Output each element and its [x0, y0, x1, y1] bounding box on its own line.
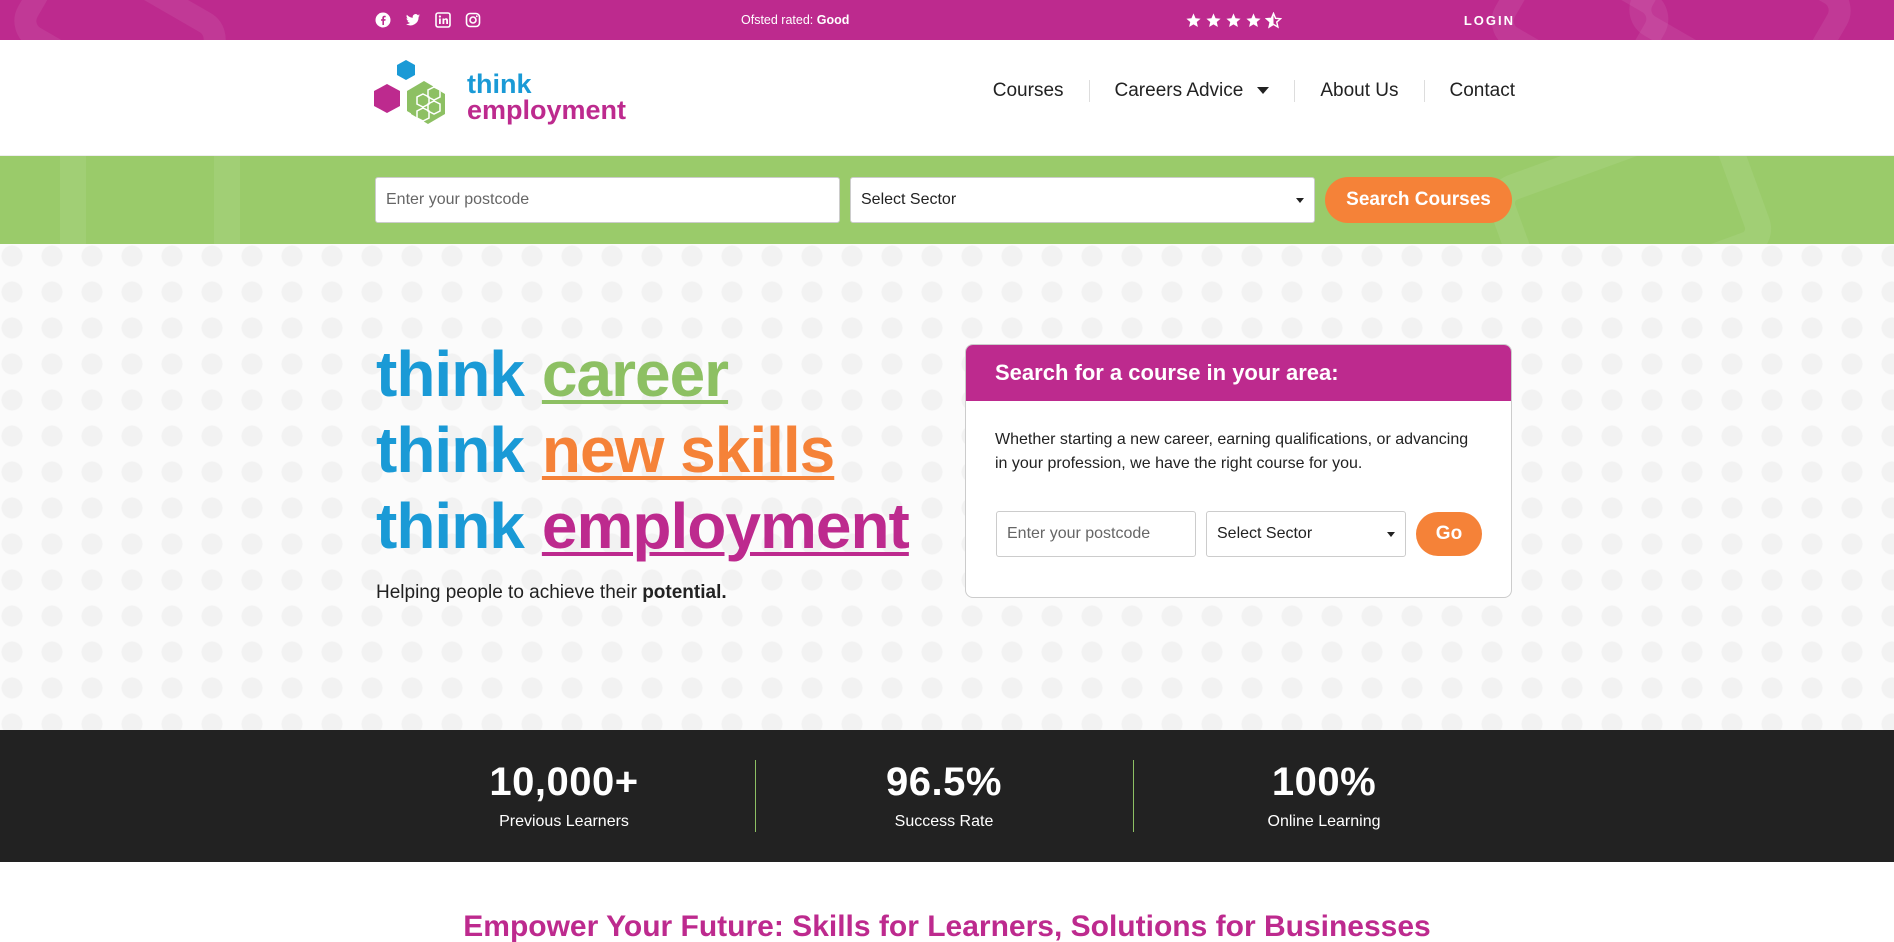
postcode-placeholder: Enter your postcode [386, 191, 530, 208]
ofsted-label: Ofsted rated: [741, 13, 814, 27]
logo-hexagons-icon [374, 60, 445, 124]
site-logo[interactable]: think employment [373, 58, 626, 138]
card-postcode-input[interactable]: Enter your postcode [996, 511, 1196, 557]
stat-label: Previous Learners [499, 813, 629, 830]
card-title: Search for a course in your area: [966, 345, 1511, 401]
hero-headline: think career think new skills think employm… [376, 336, 910, 564]
decor-shape [1618, 0, 1862, 40]
course-search-card: Search for a course in your area: Whethe… [965, 344, 1512, 598]
stat-success: 96.5% Success Rate [754, 760, 1134, 831]
instagram-icon[interactable] [465, 12, 481, 28]
logo-line2: employment [467, 95, 627, 125]
main-nav: Courses Careers Advice About Us Contact [968, 80, 1515, 102]
caret-down-icon [1296, 197, 1304, 203]
tagline-text: Helping people to achieve their [376, 582, 637, 603]
stat-number: 96.5% [886, 760, 1002, 804]
section-title: Empower Your Future: Skills for Learners… [463, 910, 1431, 942]
stat-number: 10,000+ [489, 760, 639, 804]
nav-label: Courses [992, 80, 1064, 101]
stat-online: 100% Online Learning [1134, 760, 1514, 831]
hero-think: think [376, 338, 525, 410]
facebook-icon[interactable] [375, 12, 391, 28]
search-courses-button[interactable]: Search Courses [1325, 177, 1512, 223]
star-icon [1206, 12, 1221, 27]
stat-label: Success Rate [894, 813, 994, 830]
login-link[interactable]: LOGIN [1464, 13, 1515, 28]
nav-careers-advice[interactable]: Careers Advice [1088, 80, 1295, 102]
half-star-icon [1265, 11, 1282, 28]
site-header: think employment Courses Careers Advice … [0, 40, 1894, 156]
stats-bar: 10,000+ Previous Learners 96.5% Success … [0, 730, 1894, 862]
star-rating [1185, 11, 1385, 29]
sector-select[interactable]: Select Sector [850, 177, 1315, 223]
nav-label: Contact [1449, 80, 1515, 101]
hero-word-career: career [541, 338, 729, 410]
twitter-icon[interactable] [405, 12, 421, 28]
stat-learners: 10,000+ Previous Learners [374, 760, 754, 831]
sector-selected: Select Sector [861, 191, 957, 208]
nav-contact[interactable]: Contact [1423, 80, 1515, 102]
decor-shape [3, 0, 237, 40]
card-sector-select[interactable]: Select Sector [1206, 511, 1406, 557]
card-postcode-placeholder: Enter your postcode [1007, 525, 1151, 542]
social-links [375, 12, 745, 28]
nav-label: About Us [1320, 80, 1399, 101]
star-icon [1186, 12, 1201, 27]
ofsted-value: Good [816, 13, 850, 27]
decor-shape [1480, 156, 1780, 244]
hero-word-skills: new skills [541, 414, 835, 486]
nav-courses[interactable]: Courses [968, 80, 1089, 102]
card-body: Whether starting a new career, earning q… [995, 431, 1469, 472]
hero-section: think career think new skills think employm… [0, 244, 1894, 730]
caret-down-icon [1257, 87, 1270, 94]
star-icon [1226, 12, 1241, 27]
top-bar: Ofsted rated: Good LOGIN [0, 0, 1894, 40]
hero-think: think [376, 414, 525, 486]
star-icon [1246, 12, 1261, 27]
caret-down-icon [1387, 531, 1395, 537]
hero-think: think [376, 490, 525, 562]
search-band: Enter your postcode Select Sector Search… [0, 156, 1894, 244]
card-sector-selected: Select Sector [1217, 525, 1313, 542]
tagline-bold: potential. [642, 582, 727, 603]
stat-label: Online Learning [1267, 813, 1381, 830]
linkedin-icon[interactable] [435, 12, 451, 28]
postcode-input[interactable]: Enter your postcode [375, 177, 840, 223]
stat-number: 100% [1271, 760, 1377, 804]
hero-tagline: Helping people to achieve their potentia… [376, 582, 727, 604]
decor-shape [60, 156, 240, 244]
nav-about-us[interactable]: About Us [1294, 80, 1423, 102]
hero-word-employment: employment [541, 490, 910, 562]
card-go-button[interactable]: Go [1416, 512, 1482, 556]
ofsted-rating: Ofsted rated: Good [741, 13, 1185, 27]
nav-label: Careers Advice [1114, 80, 1244, 101]
